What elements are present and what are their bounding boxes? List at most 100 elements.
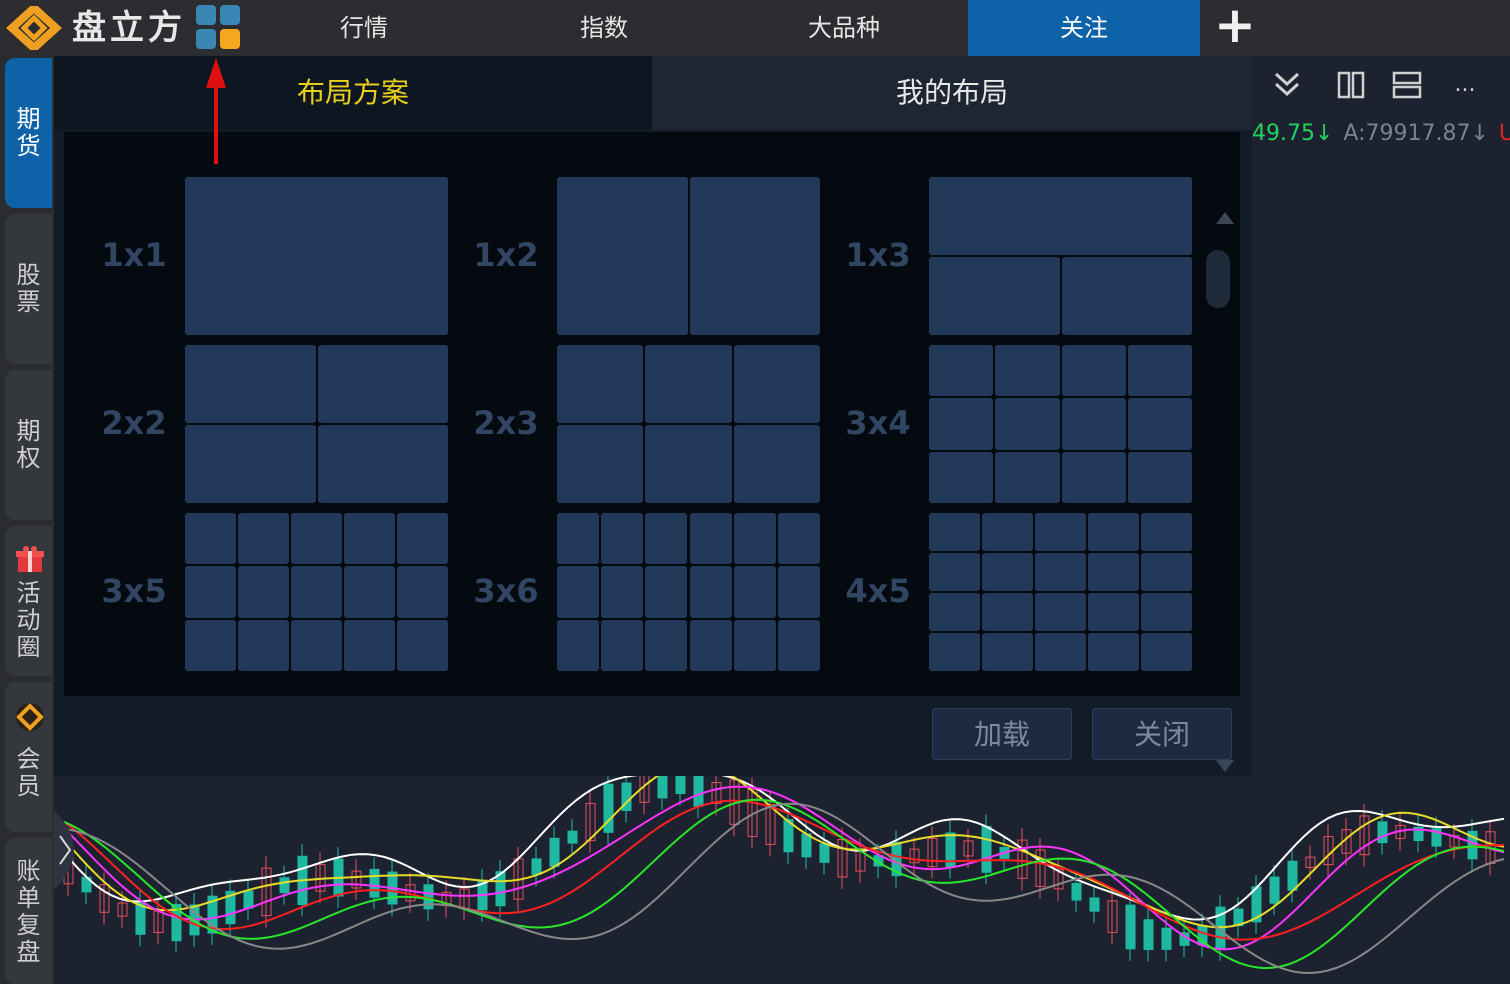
- layout-cell: [397, 513, 448, 565]
- split-rows-icon[interactable]: [1390, 68, 1424, 102]
- layout-cell: [1141, 633, 1192, 671]
- layout-cell: [238, 513, 289, 565]
- layout-option-3x5[interactable]: [185, 513, 448, 671]
- layout-cell: [1035, 593, 1086, 631]
- layout-cell: [645, 619, 688, 671]
- layout-cell: [995, 345, 1060, 397]
- candle-body: [1161, 927, 1172, 950]
- load-button[interactable]: 加载: [932, 708, 1072, 760]
- tab-index[interactable]: 指数: [488, 0, 720, 56]
- sidebar-item-label: 期货: [16, 105, 41, 160]
- layout-cell: [929, 177, 1192, 255]
- layout-cell: [291, 566, 342, 618]
- brand-logo-icon: [6, 6, 62, 50]
- layout-cell: [185, 177, 448, 335]
- sidebar-item-member[interactable]: 会员: [5, 682, 52, 832]
- layout-label: 1x1: [101, 236, 167, 274]
- layout-option-1x3[interactable]: [929, 177, 1192, 335]
- layout-cell: [1088, 553, 1139, 591]
- layout-cell: [982, 593, 1033, 631]
- u-value: U:: [1498, 121, 1510, 146]
- scroll-down-icon[interactable]: [1216, 760, 1234, 772]
- plus-icon[interactable]: +: [1212, 0, 1258, 50]
- grid-layout-icon[interactable]: [196, 5, 240, 49]
- layout-cell: [185, 513, 236, 565]
- candle-body: [1377, 821, 1388, 844]
- layout-cell: [645, 425, 732, 503]
- layout-cell: [344, 566, 395, 618]
- layout-cell: [929, 513, 980, 551]
- layout-option-3x6[interactable]: [557, 513, 820, 671]
- tab-layout-scheme[interactable]: 布局方案: [54, 56, 652, 130]
- brand-logo-icon: [16, 703, 44, 731]
- layout-cell: [777, 619, 820, 671]
- candle-body: [981, 825, 992, 873]
- layout-label: 2x3: [473, 404, 539, 442]
- layout-option-3x4[interactable]: [929, 345, 1192, 503]
- left-sidebar: 期货 股票 期权 活动圈 会员 账单复盘: [0, 56, 54, 984]
- layout-cell: [185, 345, 316, 423]
- layout-cell: [689, 566, 732, 618]
- layout-cell: [1061, 451, 1126, 503]
- more-icon[interactable]: ...: [1448, 68, 1482, 102]
- candle-body: [1071, 882, 1082, 901]
- layout-cell: [397, 619, 448, 671]
- sidebar-item-activity[interactable]: 活动圈: [5, 526, 52, 676]
- layout-cell: [929, 593, 980, 631]
- layout-option-2x2[interactable]: [185, 345, 448, 503]
- candle-body: [1143, 919, 1154, 950]
- sidebar-item-label: 期权: [16, 417, 41, 472]
- layout-cell: [1127, 398, 1192, 450]
- layout-label: 1x3: [845, 236, 911, 274]
- candle-body: [549, 837, 560, 867]
- expand-panel-handle[interactable]: [54, 800, 94, 900]
- tab-my-layout[interactable]: 我的布局: [652, 56, 1252, 130]
- top-navigation-bar: 盘立方 行情 指数 大品种 关注 +: [0, 0, 1510, 56]
- layout-cell: [1127, 345, 1192, 397]
- sidebar-item-futures[interactable]: 期货: [5, 58, 52, 208]
- layout-option-1x1[interactable]: [185, 177, 448, 335]
- layout-cell: [645, 345, 732, 423]
- layout-cell: [601, 619, 644, 671]
- sidebar-item-bill-review[interactable]: 账单复盘: [5, 838, 52, 984]
- layout-option-2x3[interactable]: [557, 345, 820, 503]
- scrollbar-thumb[interactable]: [1206, 250, 1230, 308]
- layout-cell: [557, 619, 600, 671]
- tab-watchlist[interactable]: 关注: [968, 0, 1200, 56]
- layout-option-1x2[interactable]: [557, 177, 820, 335]
- candle-body: [279, 877, 290, 894]
- layout-cell: [733, 619, 776, 671]
- last-price: 49.75↓: [1252, 121, 1334, 146]
- layout-cell: [1061, 398, 1126, 450]
- gift-icon: [16, 546, 44, 572]
- layout-cell: [344, 513, 395, 565]
- layout-cell: [689, 513, 732, 565]
- sidebar-item-options[interactable]: 期权: [5, 370, 52, 520]
- layout-label: 3x5: [101, 572, 167, 610]
- layout-cell: [557, 566, 600, 618]
- layout-cell: [995, 398, 1060, 450]
- scroll-up-icon[interactable]: [1216, 212, 1234, 224]
- layout-cell: [929, 257, 1060, 335]
- layout-cell: [1127, 451, 1192, 503]
- layout-cell: [344, 619, 395, 671]
- layout-cell: [317, 425, 448, 503]
- chart-toolbar: ...: [1252, 56, 1510, 114]
- layout-cell: [317, 345, 448, 423]
- tab-market[interactable]: 行情: [248, 0, 480, 56]
- layout-cell: [1088, 593, 1139, 631]
- candlestick-chart[interactable]: [54, 770, 1510, 984]
- layout-cell: [291, 513, 342, 565]
- layout-cell: [777, 513, 820, 565]
- layout-option-4x5[interactable]: [929, 513, 1192, 671]
- candle-body: [1125, 904, 1136, 950]
- split-columns-icon[interactable]: [1334, 68, 1368, 102]
- close-button[interactable]: 关闭: [1092, 708, 1232, 760]
- collapse-down-icon[interactable]: [1270, 68, 1304, 102]
- layout-cell: [733, 566, 776, 618]
- layout-label: 2x2: [101, 404, 167, 442]
- tab-major-products[interactable]: 大品种: [728, 0, 960, 56]
- sidebar-item-stocks[interactable]: 股票: [5, 214, 52, 364]
- layout-cell: [238, 566, 289, 618]
- layout-cell: [733, 513, 776, 565]
